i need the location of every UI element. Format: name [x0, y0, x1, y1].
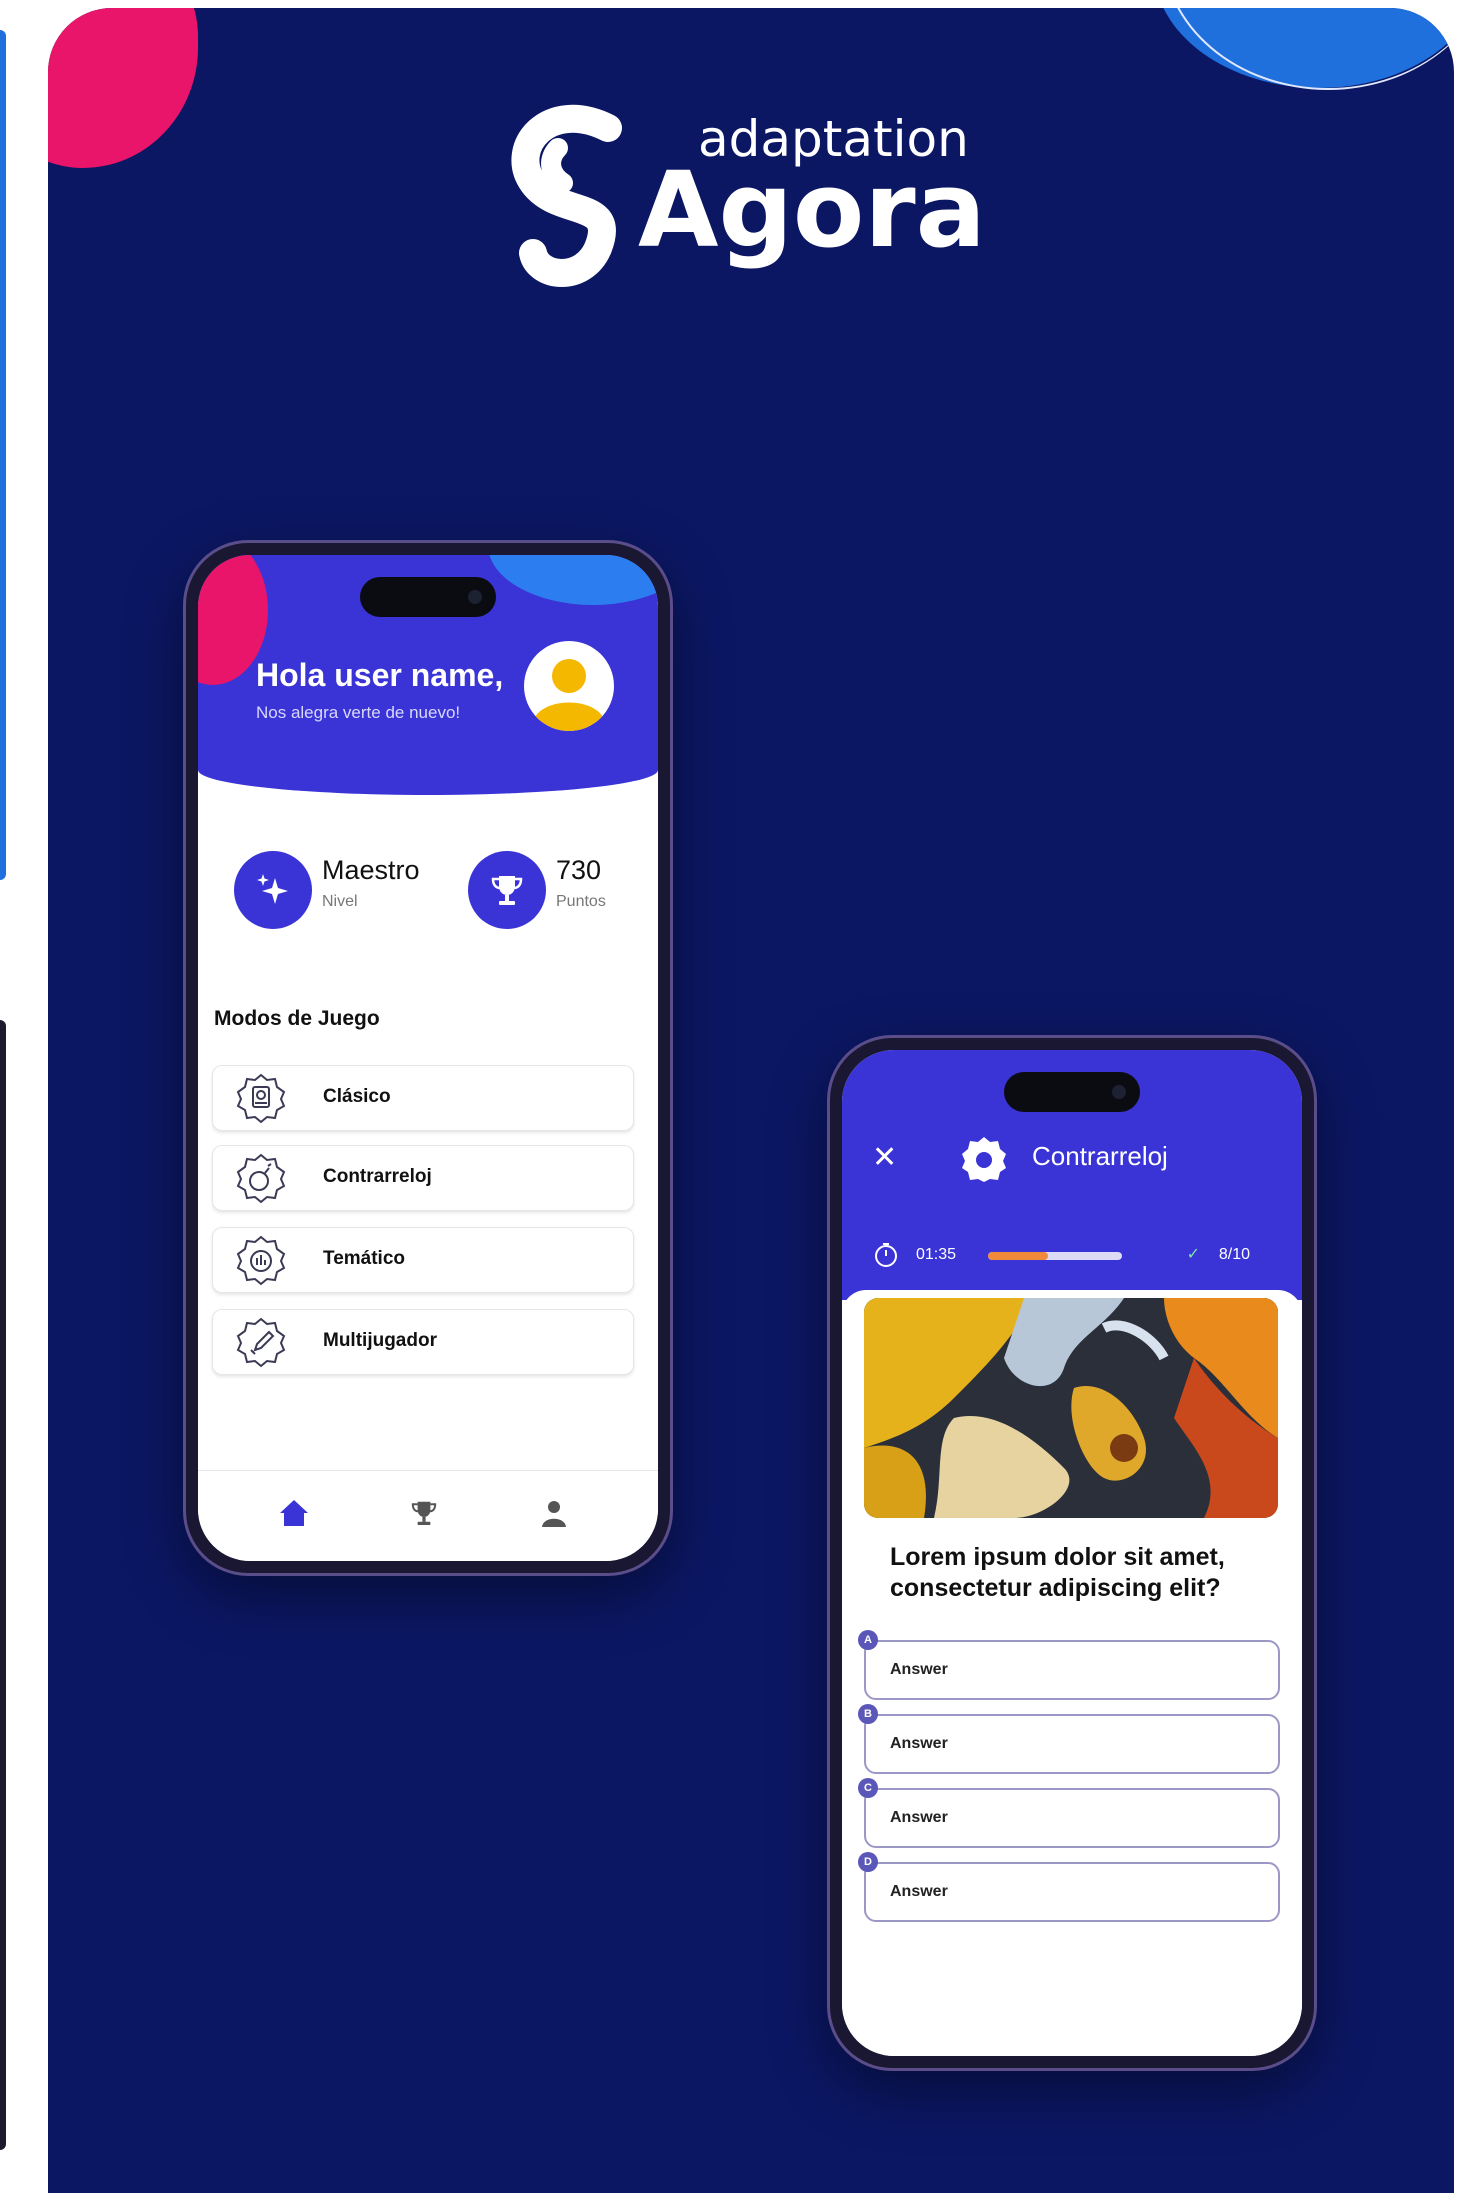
left-edge-blue [0, 30, 6, 880]
swords-icon [236, 1317, 286, 1368]
tab-ranking[interactable] [404, 1493, 444, 1533]
dynamic-island [360, 577, 496, 617]
greeting-subtitle: Nos alegra verte de nuevo! [256, 703, 461, 722]
chart-icon [236, 1235, 286, 1286]
progress-fill [988, 1252, 1049, 1260]
mode-contrarreloj-button[interactable]: Contrarreloj [212, 1145, 634, 1211]
answer-text: Answer [890, 1809, 948, 1826]
question-image [864, 1298, 1278, 1518]
showcase-card: adaptation Agora Hola user name, Nos ale… [48, 8, 1454, 2193]
level-value: Maestro [322, 855, 420, 885]
score-counter: 8/10 [1218, 1246, 1250, 1263]
game-modes-title: Modos de Juego [214, 1007, 380, 1030]
trophy-icon [411, 1501, 437, 1525]
answer-letter: C [858, 1778, 878, 1798]
mode-label: Multijugador [323, 1330, 437, 1351]
answer-option-c[interactable]: C Answer [858, 1778, 1280, 1848]
answer-letter: A [858, 1630, 878, 1650]
answer-letter: B [858, 1704, 878, 1724]
mode-label: Clásico [323, 1086, 391, 1107]
left-edge-dark [0, 1020, 6, 2150]
tab-home[interactable] [274, 1493, 314, 1533]
contrarreloj-mode-icon [962, 1137, 1006, 1182]
points-badge [468, 851, 546, 929]
book-icon [236, 1073, 286, 1124]
bottom-tab-bar [198, 1470, 658, 1561]
quiz-screen: ✕ Contrarreloj 01:35 ✓ 8/10 Lorem ipsum … [842, 1050, 1302, 2056]
close-icon[interactable]: ✕ [872, 1140, 897, 1175]
answer-text: Answer [890, 1735, 948, 1752]
avatar[interactable] [524, 641, 614, 731]
logo-main-text: Agora [638, 149, 986, 271]
mode-multijugador-button[interactable]: Multijugador [212, 1309, 634, 1375]
abstract-paint-image [864, 1298, 1278, 1518]
check-icon: ✓ [1186, 1246, 1200, 1263]
agora-logo: adaptation Agora [511, 104, 986, 287]
points-value: 730 [556, 855, 602, 885]
user-avatar-icon [534, 659, 604, 731]
home-icon [280, 1500, 308, 1526]
home-screen: Hola user name, Nos alegra verte de nuev… [198, 555, 658, 1561]
greeting-title: Hola user name, [256, 657, 504, 693]
quiz-body: Lorem ipsum dolor sit amet, consectetur … [842, 1290, 1302, 2056]
answer-option-d[interactable]: D Answer [858, 1852, 1280, 1922]
quiz-title: Contrarreloj [1032, 1141, 1168, 1171]
mode-label: Contrarreloj [323, 1166, 432, 1187]
points-label: Puntos [556, 893, 606, 910]
answer-option-a[interactable]: A Answer [858, 1630, 1280, 1700]
mode-tematico-button[interactable]: Temático [212, 1227, 634, 1293]
mode-label: Temático [323, 1248, 406, 1269]
answer-text: Answer [890, 1883, 948, 1900]
bomb-icon [236, 1153, 286, 1204]
home-phone: Hola user name, Nos alegra verte de nuev… [186, 543, 670, 1573]
mode-clasico-button[interactable]: Clásico [212, 1065, 634, 1131]
sparkles-icon [257, 874, 288, 904]
trophy-icon [491, 876, 523, 905]
stopwatch-icon [875, 1243, 897, 1267]
dynamic-island [1004, 1072, 1140, 1112]
header-blue-blob [488, 555, 658, 605]
timer-value: 01:35 [916, 1246, 957, 1263]
answer-letter: D [858, 1852, 878, 1872]
quiz-phone: ✕ Contrarreloj 01:35 ✓ 8/10 Lorem ipsum … [830, 1038, 1314, 2068]
progress-bar [988, 1252, 1122, 1260]
answer-option-b[interactable]: B Answer [858, 1704, 1280, 1774]
level-label: Nivel [322, 893, 358, 910]
decor-pink-blob [48, 8, 198, 168]
answer-text: Answer [890, 1661, 948, 1678]
question-text: Lorem ipsum dolor sit amet, consectetur … [890, 1543, 1225, 1602]
tab-profile[interactable] [534, 1493, 574, 1533]
user-icon [542, 1501, 566, 1527]
level-badge [234, 851, 312, 929]
